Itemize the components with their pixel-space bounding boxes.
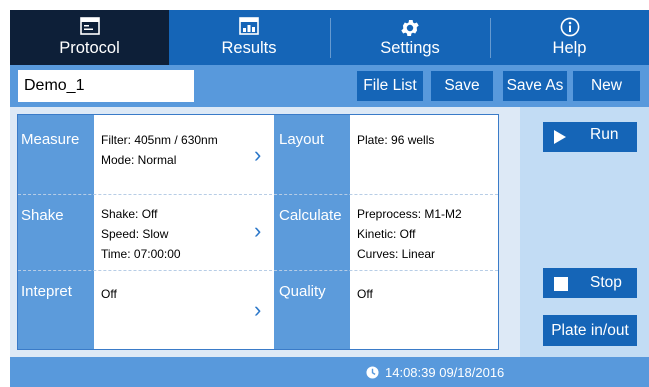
play-icon [554, 130, 566, 144]
layout-settings[interactable]: Plate: 96 wells [350, 115, 498, 194]
shake-time-text: Time: 07:00:00 [101, 247, 181, 261]
calculate-label: Calculate [279, 207, 342, 224]
calculate-curves-text: Curves: Linear [357, 247, 436, 261]
tab-help-label: Help [552, 39, 587, 57]
plate-in-out-button[interactable]: Plate in/out [543, 315, 637, 346]
status-bar: 14:08:39 09/18/2016 [10, 357, 649, 387]
calculate-preprocess-text: Preprocess: M1-M2 [357, 207, 462, 221]
tab-settings[interactable]: Settings [330, 10, 490, 65]
quality-label: Quality [279, 283, 326, 300]
stop-button[interactable]: Stop [543, 268, 637, 298]
run-label: Run [590, 126, 619, 143]
tab-help[interactable]: Help [490, 10, 649, 65]
file-list-button[interactable]: File List [357, 71, 423, 101]
row-divider [18, 270, 498, 271]
layout-plate-text: Plate: 96 wells [357, 133, 435, 147]
layout-label: Layout [279, 131, 325, 148]
measure-label: Measure [21, 131, 80, 148]
calculate-settings[interactable]: Preprocess: M1-M2 Kinetic: Off Curves: L… [350, 194, 498, 270]
calculate-kinetic-text: Kinetic: Off [357, 227, 416, 241]
new-button[interactable]: New [573, 71, 640, 101]
quality-settings[interactable]: Off [350, 270, 498, 349]
tab-results[interactable]: Results [169, 10, 329, 65]
stop-icon [554, 277, 568, 291]
measure-settings[interactable]: Filter: 405nm / 630nm Mode: Normal › [94, 115, 274, 194]
row-divider [18, 194, 498, 195]
interpret-value-text: Off [101, 287, 117, 301]
shake-speed-text: Speed: Slow [101, 227, 169, 241]
chevron-right-icon: › [254, 142, 262, 167]
save-button[interactable]: Save [431, 71, 493, 101]
tab-settings-label: Settings [380, 39, 440, 57]
interpret-label: Intepret [21, 283, 72, 300]
toolbar: File List Save Save As New [10, 65, 649, 107]
stop-label: Stop [590, 274, 622, 291]
save-as-button[interactable]: Save As [503, 71, 567, 101]
datetime-display: 14:08:39 09/18/2016 [366, 357, 504, 387]
chevron-right-icon: › [254, 297, 262, 322]
tab-results-label: Results [221, 39, 277, 57]
run-button[interactable]: Run [543, 122, 637, 152]
quality-value-text: Off [357, 287, 373, 301]
shake-settings[interactable]: Shake: Off Speed: Slow Time: 07:00:00 › [94, 194, 274, 270]
measure-filter-text: Filter: 405nm / 630nm [101, 133, 218, 147]
app-window: Protocol Results Settings Help File List… [0, 0, 649, 387]
protocol-name-input[interactable] [18, 70, 194, 102]
shake-state-text: Shake: Off [101, 207, 158, 221]
chart-icon [169, 17, 329, 37]
info-icon [490, 17, 649, 37]
measure-mode-text: Mode: Normal [101, 153, 177, 167]
tab-protocol[interactable]: Protocol [10, 10, 169, 65]
interpret-settings[interactable]: Off › [94, 270, 274, 349]
shake-label: Shake [21, 207, 64, 224]
top-nav: Protocol Results Settings Help [10, 10, 649, 65]
chevron-right-icon: › [254, 218, 262, 243]
datetime-text: 14:08:39 09/18/2016 [385, 364, 505, 380]
tab-protocol-label: Protocol [59, 39, 120, 57]
gear-icon [330, 17, 490, 37]
clock-icon [366, 365, 379, 379]
window-icon [10, 17, 169, 37]
